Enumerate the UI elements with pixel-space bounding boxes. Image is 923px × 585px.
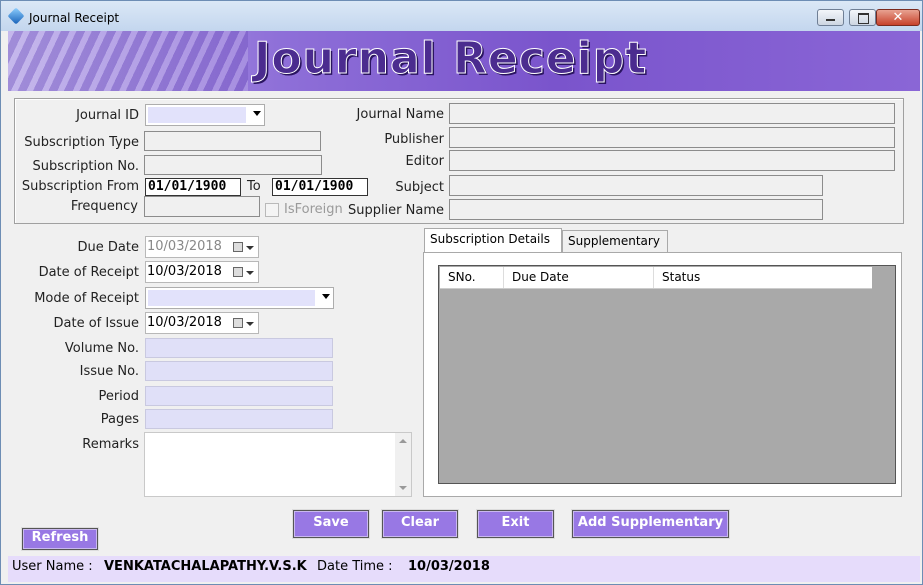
due-date-picker[interactable]: 10/03/2018 [145,236,259,258]
clear-button[interactable]: Clear [381,509,459,539]
subscription-from-date[interactable]: 01/01/1900 [145,178,241,196]
journal-receipt-window: Journal Receipt ✕ Journal Receipt Journa… [0,0,923,585]
period-label: Period [98,389,139,404]
title-bar: Journal Receipt ✕ [1,1,922,31]
chevron-down-icon [253,111,261,116]
maximize-icon [858,13,869,24]
journal-id-dropdown[interactable] [145,104,265,126]
remarks-label: Remarks [82,437,139,452]
user-name-label: User Name : [12,559,93,574]
window-title: Journal Receipt [29,11,120,25]
close-icon: ✕ [892,10,904,25]
frequency-label: Frequency [70,199,138,214]
subscription-no-label: Subscription No. [32,159,140,174]
mode-of-receipt-label: Mode of Receipt [34,291,139,306]
journal-id-value [148,107,246,123]
date-of-receipt-value: 10/03/2018 [147,264,222,279]
publisher-field[interactable] [449,127,895,148]
column-header-status[interactable]: Status [654,267,872,288]
editor-field[interactable] [449,150,895,171]
status-bar: User Name : VENKATACHALAPATHY.V.S.K Date… [8,556,920,582]
editor-label: Editor [405,154,444,169]
remarks-textarea[interactable] [144,432,412,497]
subscription-type-field[interactable] [144,131,321,151]
calendar-icon [233,318,243,328]
journal-name-label: Journal Name [356,107,444,122]
supplier-name-field[interactable] [449,199,823,220]
save-button[interactable]: Save [292,509,370,539]
due-date-label: Due Date [77,240,139,255]
issue-no-label: Issue No. [79,364,139,379]
user-name-value: VENKATACHALAPATHY.V.S.K [104,559,307,574]
date-time-label: Date Time : [317,559,393,574]
calendar-icon [233,267,243,277]
date-of-receipt-label: Date of Receipt [38,265,139,280]
minimize-icon [826,19,835,21]
close-button[interactable]: ✕ [876,9,920,26]
volume-no-label: Volume No. [64,341,139,356]
frequency-field[interactable] [144,196,260,217]
journal-id-label: Journal ID [76,108,139,123]
add-supplementary-button[interactable]: Add Supplementary [571,509,730,539]
issue-no-field[interactable] [145,361,333,381]
subject-field[interactable] [449,175,823,196]
supplier-name-label: Supplier Name [347,203,444,218]
refresh-button[interactable]: Refresh [21,527,99,551]
isforeign-checkbox[interactable] [265,203,279,217]
tab-supplementary[interactable]: Supplementary [562,230,668,252]
calendar-icon [233,242,243,252]
date-of-receipt-picker[interactable]: 10/03/2018 [145,261,259,283]
subscription-type-label: Subscription Type [24,135,139,150]
due-date-value: 10/03/2018 [147,239,222,254]
banner-title: Journal Receipt [253,33,648,85]
date-of-issue-label: Date of Issue [53,316,139,331]
date-time-value: 10/03/2018 [408,559,490,574]
subscription-grid[interactable]: SNo. Due Date Status [438,265,896,484]
tab-subscription-details[interactable]: Subscription Details [424,228,562,252]
maximize-button[interactable] [849,9,876,26]
mode-of-receipt-dropdown[interactable] [145,287,334,309]
remarks-scrollbar[interactable] [395,433,411,496]
header-banner: Journal Receipt [8,31,920,91]
pages-label: Pages [100,412,139,427]
pages-field[interactable] [145,409,333,429]
column-header-sno[interactable]: SNo. [440,267,504,288]
period-field[interactable] [145,386,333,406]
exit-button[interactable]: Exit [476,509,555,539]
subscription-no-field[interactable] [144,155,322,175]
journal-name-field[interactable] [449,103,895,124]
chevron-down-icon [246,322,254,326]
chevron-down-icon [246,271,254,275]
subscription-from-label: Subscription From [21,179,139,194]
volume-no-field[interactable] [145,338,333,358]
date-of-issue-picker[interactable]: 10/03/2018 [145,312,259,334]
column-header-due-date[interactable]: Due Date [504,267,654,288]
date-of-issue-value: 10/03/2018 [147,315,222,330]
app-icon [7,7,25,25]
minimize-button[interactable] [817,9,844,26]
chevron-down-icon [322,294,330,299]
to-label: To [247,179,261,194]
publisher-label: Publisher [384,132,444,147]
scroll-up-icon [399,439,407,443]
chevron-down-icon [246,246,254,250]
banner-artwork [8,31,248,91]
grid-header: SNo. Due Date Status [440,267,872,289]
subject-label: Subject [395,180,444,195]
scroll-down-icon [399,486,407,490]
mode-of-receipt-value [148,290,315,306]
